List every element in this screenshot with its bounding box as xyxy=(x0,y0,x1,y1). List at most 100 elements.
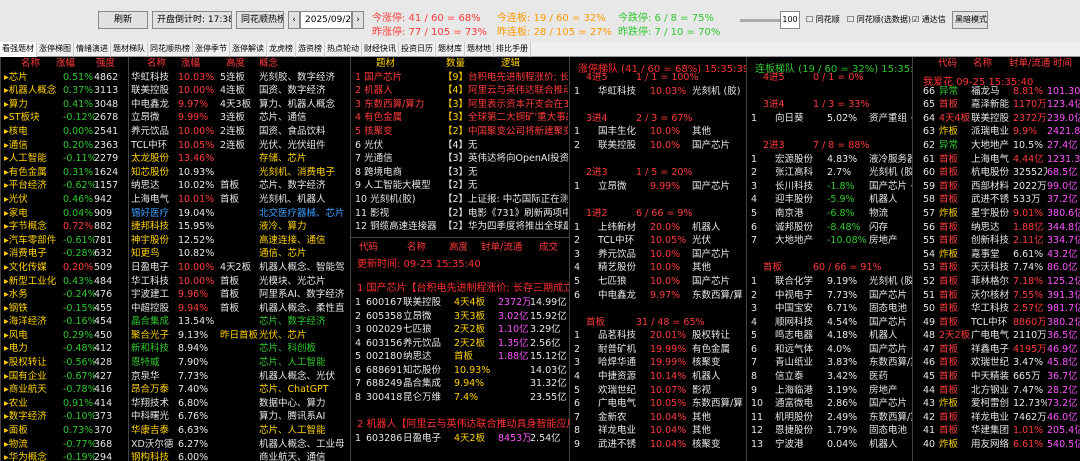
table-row[interactable]: ▸华为概念 -0.19% 294 xyxy=(1,451,128,461)
table-row[interactable]: 4 有色金属 【3】 全球第二大铜矿'重大事故 xyxy=(351,111,569,125)
table-row[interactable]: 养元饮品 10.00% 2连板 国资、食品饮料 xyxy=(129,125,350,139)
table-row[interactable]: 2 TCL中环 10.05% 光伏 xyxy=(570,234,746,248)
table-row[interactable]: 4 精艺股份 10.0% 其他 xyxy=(570,261,746,275)
table-row[interactable]: 1 603286 日盈电子 4天2板 8453万 2.54亿 xyxy=(351,432,569,446)
tab-12[interactable]: 题材库 xyxy=(436,42,465,57)
table-row[interactable]: 57炸板星宇股份9.01%380.6亿 xyxy=(913,207,1080,221)
table-row[interactable]: 53 首板 天沃科技 7.74% 86.0亿 xyxy=(913,261,1080,275)
table-row[interactable]: 6 中电鑫龙 9.97% 东数西算/算 xyxy=(570,289,746,303)
sync-hotlist-button[interactable]: 同花顺热榜 xyxy=(236,11,284,29)
table-row[interactable]: ▸算力 0.41% 3048 xyxy=(1,98,128,112)
table-row[interactable]: ▸汽车零部件 -0.61% 781 xyxy=(1,234,128,248)
table-row[interactable]: 3 002029 七匹狼 2天2板 1.10亿 3.29亿 xyxy=(351,323,569,337)
table-row[interactable]: 62 异常 大地地产 10.5% 27.4亿 xyxy=(913,139,1080,153)
table-row[interactable]: 纳思达 10.02% 首板 芯片、数字经济 xyxy=(129,179,350,193)
dark-mode-button[interactable]: 黑暗模式 xyxy=(952,11,988,29)
table-row[interactable]: ▸消费电子 -0.28% 632 xyxy=(1,247,128,261)
table-row[interactable]: 9 上海临港 3.19% 房地产 xyxy=(747,384,912,398)
table-row[interactable]: ▸通信 0.20% 2363 xyxy=(1,139,128,153)
table-row[interactable]: 1 上纬新材 20.0% 机器人 xyxy=(570,221,746,235)
table-row[interactable]: 7 688249 晶合集成 9.94% 31.32亿 xyxy=(351,377,569,391)
checkbox-ths-data[interactable]: ☐ 同花顺(选数据) xyxy=(847,14,911,25)
table-row[interactable]: 56首板纳思达 1.88亿344.8亿 xyxy=(913,221,1080,235)
table-row[interactable]: 中电鑫龙 9.97% 4天3板 算力、机器人概念 xyxy=(129,98,350,112)
table-row[interactable]: 1 国丰生化 10.0% 其他 xyxy=(570,125,746,139)
table-row[interactable]: ▸机器人概念 0.37% 3113 xyxy=(1,84,128,98)
table-row[interactable]: 52首板菲林格尔7.18%125.2亿 xyxy=(913,275,1080,289)
table-row[interactable]: ▸物流 -0.77% 368 xyxy=(1,438,128,452)
table-row[interactable]: ▸ST板块 -0.12% 2678 xyxy=(1,111,128,125)
table-row[interactable]: 4进5 1 / 1 = 100% xyxy=(570,71,746,85)
table-row[interactable]: 63 炸板 派瑞电业 9.9% 2421.8 xyxy=(913,125,1080,139)
table-row[interactable]: 锡好医疗 19.04% 北交医疗器械、芯片 xyxy=(129,207,350,221)
tab-0[interactable]: 看强题材 xyxy=(0,42,37,57)
table-row[interactable]: 首板 31 / 48 = 65% xyxy=(570,316,746,330)
table-row[interactable]: 66 异常 福龙马 8.81% 101.30 xyxy=(913,85,1080,99)
table-row[interactable]: 4 603156 养元饮品 2天2板 1.35亿 2.56亿 xyxy=(351,337,569,351)
date-field[interactable]: 2025/09/25 xyxy=(300,11,352,29)
table-row[interactable]: 立昂微 9.99% 3连板 芯片、通信 xyxy=(129,111,350,125)
table-row[interactable]: 5 核聚变 【2】 中国聚变公司将新建聚变 xyxy=(351,125,569,139)
tab-5[interactable]: 涨停季节 xyxy=(193,42,230,57)
table-row[interactable]: 代码 名称 封单/流通 时间 xyxy=(913,57,1080,71)
table-row[interactable]: 7 金新农 10.04% 其他 xyxy=(570,411,746,425)
table-row[interactable]: XD沃尔德 6.27% 机器人概念、工业母 xyxy=(129,438,350,452)
table-row[interactable]: ▸风电 0.29% 450 xyxy=(1,329,128,343)
table-row[interactable]: 京泉华 7.73% 机器人概念、光伏 xyxy=(129,370,350,384)
table-row[interactable]: 1 向日葵 5.02% 资产重组 + xyxy=(747,112,912,126)
next-date-button[interactable]: › xyxy=(352,11,364,29)
table-row[interactable]: 恩特威 7.90% 芯片、人工智能 xyxy=(129,356,350,370)
table-row[interactable]: 6 诚邦股份 -8.48% 闪存 xyxy=(747,221,912,235)
table-row[interactable]: 54 炸板 嘉事堂 6.61% 43.2亿 xyxy=(913,248,1080,262)
table-row[interactable]: ▸水务 -0.24% 476 xyxy=(1,288,128,302)
table-row[interactable]: 1 立昂微 9.99% 国产芯片 xyxy=(570,180,746,194)
table-row[interactable]: 5 002180 纳思达 首板 1.88亿 15.12亿 xyxy=(351,350,569,364)
table-row[interactable]: 3 中国宝安 6.71% 固态电池 xyxy=(747,302,912,316)
table-row[interactable]: 2进3 1 / 5 = 20% xyxy=(570,166,746,180)
table-row[interactable]: 11 影视 【2】 电影《731》刷新两项中 xyxy=(351,207,569,221)
table-row[interactable]: 聚合光子 9.13% 昨日首板 光伏、芯片 xyxy=(129,329,350,343)
table-row[interactable]: 6 和远气体 4.0% 国产芯片 xyxy=(747,343,912,357)
tab-10[interactable]: 财经快讯 xyxy=(362,42,399,57)
table-row[interactable]: 华翔技术 6.80% 数据中心、算力 xyxy=(129,397,350,411)
table-row[interactable]: 46 首板 欢瑞世纪 3.47% 45.8亿 xyxy=(913,356,1080,370)
table-row[interactable]: ▸有色金属 0.31% 1624 xyxy=(1,166,128,180)
tab-1[interactable]: 涨停梯图 xyxy=(37,42,74,57)
table-row[interactable]: ▸数字经济 -0.10% 373 xyxy=(1,410,128,424)
table-row[interactable]: 6 广电电气 10.05% 东数西算/算 xyxy=(570,397,746,411)
table-row[interactable]: 3 长川科技 -1.8% 国产芯片 + xyxy=(747,180,912,194)
table-row[interactable]: 9 武进不锈 10.04% 核聚变 xyxy=(570,438,746,452)
table-row[interactable]: 3 哈焊华通 19.99% 核聚变 xyxy=(570,356,746,370)
table-row[interactable]: 4 中捷资源 10.14% 机器人 xyxy=(570,370,746,384)
table-row[interactable]: 钢构科技 6.00% 商业航天、通信 xyxy=(129,451,350,461)
table-row[interactable]: 40炸板用友网络6.61%540.5亿 xyxy=(913,438,1080,452)
table-row[interactable]: ▸海洋经济 -0.16% 454 xyxy=(1,315,128,329)
table-row[interactable]: 1 国产芯片 【9】 台积电先进制程涨价; 长 xyxy=(351,71,569,85)
table-row[interactable]: ▸钢铁 -0.15% 455 xyxy=(1,302,128,316)
table-row[interactable]: 名称 涨幅 高度 概念 xyxy=(129,57,350,71)
table-row[interactable]: 1 品茗科技 20.01% 股权转让 xyxy=(570,329,746,343)
table-row[interactable]: 2进3 7 / 8 = 88% xyxy=(747,139,912,153)
table-row[interactable]: 8 信立泰 3.42% 医药 xyxy=(747,370,912,384)
table-row[interactable]: 60首板杭电股份32552万68.5亿 xyxy=(913,166,1080,180)
table-row[interactable]: 6 688691 知芯股份 10.93% 14.03亿 xyxy=(351,364,569,378)
table-row[interactable]: ▸平台经济 -0.62% 1157 xyxy=(1,179,128,193)
table-row[interactable]: 4 顺网科技 4.54% 国产芯片 xyxy=(747,316,912,330)
table-row[interactable]: 6 光伏 【4】无 xyxy=(351,139,569,153)
table-row[interactable]: 2 耐普矿机 19.99% 有色金属 xyxy=(570,343,746,357)
table-row[interactable]: 代码 名称 高度 封单/流通 成交 xyxy=(351,241,569,255)
table-row[interactable]: 61 首板 上海电气 4.44亿 1231.3 xyxy=(913,153,1080,167)
table-row[interactable]: 50首板华工科技2.57亿981.7亿 xyxy=(913,302,1080,316)
tab-13[interactable]: 题材地 xyxy=(465,42,494,57)
table-row[interactable]: 5 南京港 -6.8% 物流 xyxy=(747,207,912,221)
table-row[interactable]: 2 机器人 【4】 阿里云与英伟达联合推动 xyxy=(351,84,569,98)
table-row[interactable]: 1 联合化学 9.19% 光刻机 (胶 xyxy=(747,275,912,289)
checkbox-tdx[interactable]: ☑ 通达信 xyxy=(912,14,946,25)
table-row[interactable]: 3进4 2 / 3 = 67% xyxy=(570,112,746,126)
table-row[interactable]: 捷邦科技 15.95% 液冷、算力 xyxy=(129,220,350,234)
table-row[interactable]: 58 首板 武进不锈 533万 37.2亿 xyxy=(913,193,1080,207)
table-row[interactable]: 44 首板 北方钢业 7.47% 28.2亿 xyxy=(913,384,1080,398)
table-row[interactable]: 上海电气 10.01% 首板 光刻机、机器人 xyxy=(129,193,350,207)
table-row[interactable]: ▸芯片 0.51% 4862 xyxy=(1,71,128,85)
table-row[interactable]: 昂合万泰 7.40% 芯片、ChatGPT xyxy=(129,383,350,397)
